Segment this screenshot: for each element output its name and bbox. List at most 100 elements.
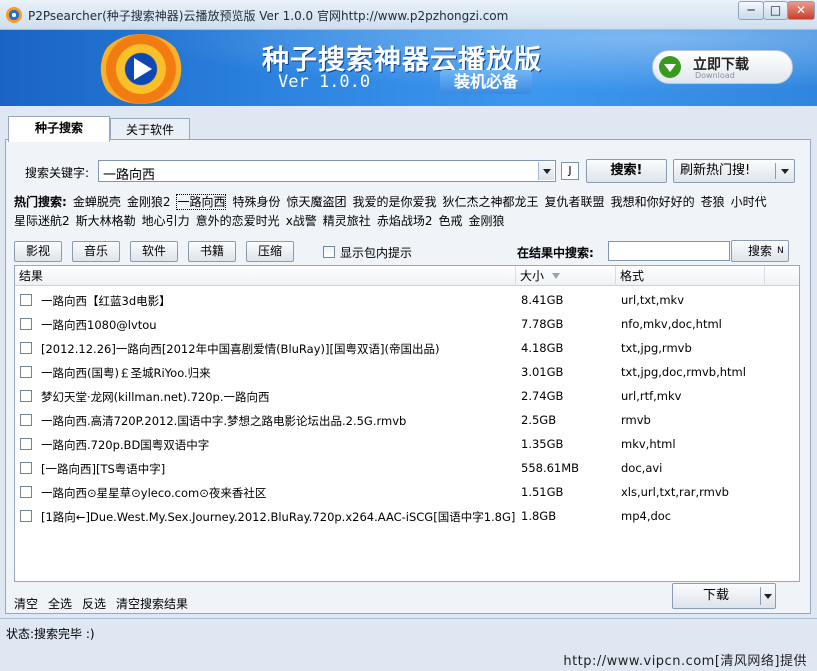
row-format: rmvb xyxy=(621,413,651,427)
show-inner-checkbox[interactable] xyxy=(323,246,335,258)
hot-keyword-selected[interactable]: 一路向西 xyxy=(176,194,227,210)
tab-seed-search[interactable]: 种子搜索 xyxy=(8,116,110,142)
row-checkbox[interactable] xyxy=(20,294,32,306)
sort-desc-icon xyxy=(552,273,560,279)
category-movies-button[interactable]: 影视 xyxy=(14,241,62,262)
download-button[interactable]: 下载 xyxy=(672,583,776,609)
status-text: 状态:搜索完毕 :) xyxy=(6,627,95,641)
clear-results-link[interactable]: 清空搜索结果 xyxy=(116,595,188,612)
category-music-button[interactable]: 音乐 xyxy=(72,241,120,262)
footer: http://www.vipcn.com[清风网络]提供 xyxy=(0,645,817,671)
table-row[interactable]: [一路向西][TS粤语中字] 558.61MB doc,avi xyxy=(15,456,799,480)
row-checkbox[interactable] xyxy=(20,414,32,426)
row-name: 一路向西⊙星星草⊙yleco.com⊙夜来香社区 xyxy=(41,486,267,500)
table-row[interactable]: 一路向西(国粤)￡圣城RiYoo.归来 3.01GB txt,jpg,doc,rmv… xyxy=(15,360,799,384)
chevron-down-icon[interactable] xyxy=(764,594,772,599)
row-checkbox[interactable] xyxy=(20,318,32,330)
j-button[interactable]: J xyxy=(561,162,579,180)
banner-tag: 装机必备 xyxy=(440,70,532,94)
filter-suffix: N xyxy=(777,246,784,256)
hot-keyword[interactable]: 金蝉脱壳 xyxy=(73,195,121,209)
table-row[interactable]: 一路向西【红蓝3d电影】 8.41GB url,txt,mkv xyxy=(15,288,799,312)
hot-keyword[interactable]: 星际迷航2 xyxy=(14,214,70,228)
table-row[interactable]: [2012.12.26]一路向西[2012年中国喜剧爱情(BluRay)][国粤… xyxy=(15,336,799,360)
table-header: 结果 大小 格式 xyxy=(15,266,799,286)
download-now-sublabel: Download xyxy=(695,71,735,80)
category-books-button[interactable]: 书籍 xyxy=(188,241,236,262)
row-name: [2012.12.26]一路向西[2012年中国喜剧爱情(BluRay)][国粤… xyxy=(41,342,440,356)
table-row[interactable]: 梦幻天堂·龙网(killman.net).720p.一路向西 2.74GB url,… xyxy=(15,384,799,408)
row-size: 1.8GB xyxy=(521,509,557,523)
hot-keyword[interactable]: 复仇者联盟 xyxy=(545,195,605,209)
row-checkbox[interactable] xyxy=(20,486,32,498)
column-header-size[interactable]: 大小 xyxy=(515,266,615,286)
hot-keyword[interactable]: 色戒 xyxy=(438,214,462,228)
hot-keyword[interactable]: 狄仁杰之神都龙王 xyxy=(443,195,539,209)
row-checkbox[interactable] xyxy=(20,438,32,450)
results-table[interactable]: 结果 大小 格式 一路向西【红蓝3d电影】 8.41GB url,txt,mkv 一路… xyxy=(14,265,800,582)
row-format: url,rtf,mkv xyxy=(621,389,682,403)
row-checkbox[interactable] xyxy=(20,390,32,402)
hot-keyword[interactable]: 特殊身份 xyxy=(232,195,280,209)
row-name: [1路向←]Due.West.My.Sex.Journey.2012.BluRa… xyxy=(41,510,516,524)
row-checkbox[interactable] xyxy=(20,462,32,474)
hot-keyword[interactable]: x战警 xyxy=(286,214,317,228)
row-size: 7.78GB xyxy=(521,317,564,331)
select-all-link[interactable]: 全选 xyxy=(48,595,72,612)
maximize-button[interactable]: □ xyxy=(763,1,788,20)
hot-keyword[interactable]: 斯大林格勒 xyxy=(76,214,136,228)
row-checkbox[interactable] xyxy=(20,366,32,378)
row-format: mkv,html xyxy=(621,437,676,451)
title-bar: P2Psearcher(种子搜索神器)云播放预览版 Ver 1.0.0 官网ht… xyxy=(0,0,817,30)
search-button[interactable]: 搜索! xyxy=(586,159,667,183)
app-icon xyxy=(6,7,22,23)
hot-keyword[interactable]: 赤焰战场2 xyxy=(377,214,433,228)
filter-input[interactable] xyxy=(608,241,730,261)
chevron-down-icon[interactable] xyxy=(781,169,789,174)
search-input[interactable]: 一路向西 xyxy=(98,160,556,183)
category-software-button[interactable]: 软件 xyxy=(130,241,178,262)
row-size: 1.51GB xyxy=(521,485,564,499)
table-row[interactable]: 一路向西.高清720P.2012.国语中字.梦想之路电影论坛出品.2.5G.rm… xyxy=(15,408,799,432)
hot-keyword[interactable]: 小时代 xyxy=(731,195,767,209)
row-size: 8.41GB xyxy=(521,293,564,307)
footer-text: http://www.vipcn.com[清风网络]提供 xyxy=(563,654,807,669)
table-row[interactable]: [1路向←]Due.West.My.Sex.Journey.2012.BluRa… xyxy=(15,504,799,528)
hot-keyword[interactable]: 金刚狼 xyxy=(468,214,504,228)
row-name: 一路向西1080@lvtou xyxy=(41,318,157,332)
refresh-hot-button[interactable]: 刷新热门搜! xyxy=(673,159,795,183)
column-header-result[interactable]: 结果 xyxy=(15,266,515,286)
banner-version: Ver 1.0.0 xyxy=(278,72,371,92)
minimize-button[interactable]: ─ xyxy=(738,1,764,20)
status-bar: 状态:搜索完毕 :) xyxy=(0,618,817,645)
hot-keyword[interactable]: 我爱的是你爱我 xyxy=(353,195,437,209)
download-now-button[interactable]: 立即下载 Download xyxy=(652,50,793,84)
row-checkbox[interactable] xyxy=(20,342,32,354)
row-size: 3.01GB xyxy=(521,365,564,379)
table-row[interactable]: 一路向西⊙星星草⊙yleco.com⊙夜来香社区 1.51GB xls,url,tx… xyxy=(15,480,799,504)
column-header-size-label: 大小 xyxy=(520,269,545,283)
row-name: 一路向西.720p.BD国粤双语中字 xyxy=(41,438,210,452)
window-title: P2Psearcher(种子搜索神器)云播放预览版 Ver 1.0.0 官网ht… xyxy=(28,9,509,23)
column-header-format[interactable]: 格式 xyxy=(615,266,765,286)
row-format: nfo,mkv,doc,html xyxy=(621,317,722,331)
row-checkbox[interactable] xyxy=(20,510,32,522)
hot-keyword[interactable]: 意外的恋爱时光 xyxy=(196,214,280,228)
hot-keyword[interactable]: 金刚狼2 xyxy=(127,195,171,209)
hot-keyword[interactable]: 我想和你好好的 xyxy=(611,195,695,209)
table-row[interactable]: 一路向西.720p.BD国粤双语中字 1.35GB mkv,html xyxy=(15,432,799,456)
hot-label: 热门搜索: xyxy=(14,195,67,209)
invert-selection-link[interactable]: 反选 xyxy=(82,595,106,612)
clear-link[interactable]: 清空 xyxy=(14,595,38,612)
hot-keyword[interactable]: 地心引力 xyxy=(142,214,190,228)
row-format: doc,avi xyxy=(621,461,663,475)
play-logo-icon xyxy=(98,34,184,104)
hot-keyword[interactable]: 苍狼 xyxy=(701,195,725,209)
row-name: [一路向西][TS粤语中字] xyxy=(41,462,166,476)
category-archives-button[interactable]: 压缩 xyxy=(246,241,294,262)
hot-keyword[interactable]: 惊天魔盗团 xyxy=(287,195,347,209)
hot-keyword[interactable]: 精灵旅社 xyxy=(323,214,371,228)
close-button[interactable]: ✕ xyxy=(787,1,815,20)
table-row[interactable]: 一路向西1080@lvtou 7.78GB nfo,mkv,doc,html xyxy=(15,312,799,336)
chevron-down-icon[interactable] xyxy=(538,162,554,180)
